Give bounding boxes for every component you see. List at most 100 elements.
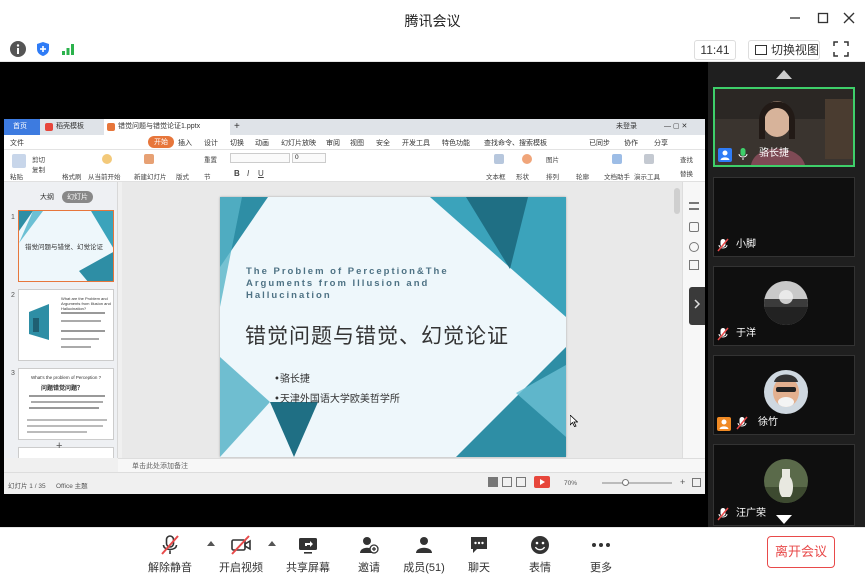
menu-share[interactable]: 分享 bbox=[654, 138, 668, 148]
new-slide-icon[interactable] bbox=[144, 154, 154, 164]
shield-icon[interactable] bbox=[35, 41, 51, 57]
menu-animation[interactable]: 动画 bbox=[255, 138, 269, 148]
share-screen-button[interactable]: 共享屏幕 bbox=[280, 535, 336, 575]
new-tab-icon[interactable]: + bbox=[234, 119, 240, 135]
layout-label[interactable]: 版式 bbox=[176, 171, 189, 181]
menu-file[interactable]: 文件 bbox=[10, 138, 24, 148]
present-tools-icon[interactable] bbox=[644, 154, 654, 164]
present-tools-label[interactable]: 演示工具 bbox=[634, 171, 660, 181]
participant-tile-1[interactable]: 骆长捷 bbox=[713, 87, 855, 167]
ppt-tab-docer[interactable]: 稻壳模板 bbox=[42, 119, 102, 135]
play-from-current-icon[interactable] bbox=[102, 154, 112, 164]
leave-meeting-button[interactable]: 离开会议 bbox=[767, 536, 835, 568]
slide-thumb-1[interactable]: 错觉问题与错觉、幻觉论证 bbox=[18, 210, 114, 282]
textbox-icon[interactable] bbox=[494, 154, 504, 164]
outline-label[interactable]: 轮廓 bbox=[576, 171, 589, 181]
font-family-select[interactable] bbox=[230, 153, 290, 163]
select-icon[interactable] bbox=[689, 222, 699, 232]
zoom-slider-thumb[interactable] bbox=[622, 479, 629, 486]
invite-button[interactable]: 邀请 bbox=[341, 535, 397, 575]
fit-window-icon[interactable] bbox=[692, 478, 701, 487]
find-label[interactable]: 查找 bbox=[680, 154, 693, 164]
bold-icon[interactable]: B bbox=[234, 169, 240, 178]
scroll-up-icon[interactable] bbox=[776, 70, 792, 79]
doc-helper-icon[interactable] bbox=[612, 154, 622, 164]
doc-helper-label[interactable]: 文档助手 bbox=[604, 171, 630, 181]
format-painter-label[interactable]: 格式刷 bbox=[62, 171, 82, 181]
unmute-button[interactable]: 解除静音 bbox=[142, 535, 198, 575]
panel-tab-outline[interactable]: 大纲 bbox=[40, 192, 54, 202]
play-slideshow-icon[interactable] bbox=[534, 476, 550, 488]
settings-sliders-icon[interactable] bbox=[689, 202, 699, 210]
from-current-label[interactable]: 从当前开始 bbox=[88, 171, 121, 181]
menu-start[interactable]: 开始 bbox=[148, 136, 174, 148]
participant-tile-2[interactable]: 小脚 bbox=[713, 177, 855, 257]
fullscreen-icon[interactable] bbox=[833, 41, 849, 57]
members-button[interactable]: 成员(51) bbox=[396, 535, 452, 575]
slide-thumb-2[interactable]: What are the Problem and Arguments from … bbox=[18, 289, 114, 361]
menu-view[interactable]: 视图 bbox=[350, 138, 364, 148]
ppt-tab-file[interactable]: 错觉问题与错觉论证1.pptx bbox=[104, 119, 230, 135]
menu-review[interactable]: 审阅 bbox=[326, 138, 340, 148]
copy-tool-icon[interactable] bbox=[689, 260, 699, 270]
cut-label[interactable]: 剪切 bbox=[32, 154, 45, 164]
arrange-label[interactable]: 排列 bbox=[546, 171, 559, 181]
signal-icon[interactable] bbox=[60, 41, 76, 57]
sorter-view-icon[interactable] bbox=[502, 477, 512, 487]
collapse-panel-handle[interactable] bbox=[689, 287, 705, 325]
slide-thumb-4-partial[interactable] bbox=[18, 447, 114, 458]
slide-thumb-3[interactable]: What's the problem of Perception ? 问题错觉问… bbox=[18, 368, 114, 440]
new-slide-label[interactable]: 新建幻灯片 bbox=[134, 171, 167, 181]
chat-button[interactable]: 聊天 bbox=[451, 535, 507, 575]
start-video-button[interactable]: 开启视频 bbox=[213, 535, 269, 575]
current-slide[interactable]: The Problem of Perception&The Arguments … bbox=[220, 197, 566, 457]
participant-tile-4[interactable]: 徐竹 bbox=[713, 355, 855, 435]
shape-icon[interactable] bbox=[522, 154, 532, 164]
menu-transition[interactable]: 切换 bbox=[230, 138, 244, 148]
minimize-icon[interactable] bbox=[786, 10, 804, 28]
menu-search[interactable]: 查找命令、搜索模板 bbox=[484, 138, 547, 148]
canvas-scrollbar[interactable] bbox=[674, 188, 680, 214]
section-label[interactable]: 节 bbox=[204, 171, 211, 181]
reset-label[interactable]: 重置 bbox=[204, 154, 217, 164]
ppt-window-controls[interactable]: — ▢ ✕ bbox=[664, 119, 687, 135]
reactions-button[interactable]: 表情 bbox=[512, 535, 568, 575]
menu-security[interactable]: 安全 bbox=[376, 138, 390, 148]
italic-icon[interactable]: I bbox=[247, 169, 249, 178]
shape-tool-icon[interactable] bbox=[689, 242, 699, 252]
menu-collab[interactable]: 协作 bbox=[624, 138, 638, 148]
image-label[interactable]: 图片 bbox=[546, 154, 559, 164]
font-size-select[interactable]: 0 bbox=[292, 153, 326, 163]
video-options-caret[interactable] bbox=[268, 541, 276, 546]
switch-view-button[interactable]: 切换视图 bbox=[748, 40, 820, 60]
copy-label[interactable]: 复制 bbox=[32, 164, 45, 174]
maximize-icon[interactable] bbox=[814, 10, 832, 28]
menu-special[interactable]: 特色功能 bbox=[442, 138, 470, 148]
menu-sync[interactable]: 已同步 bbox=[589, 138, 610, 148]
textbox-label[interactable]: 文本框 bbox=[486, 171, 506, 181]
add-slide-icon[interactable]: + bbox=[56, 440, 62, 452]
replace-label[interactable]: 替换 bbox=[680, 168, 693, 178]
menu-insert[interactable]: 插入 bbox=[178, 138, 192, 148]
paste-label[interactable]: 粘贴 bbox=[10, 171, 23, 181]
zoom-slider[interactable] bbox=[602, 482, 672, 484]
reading-view-icon[interactable] bbox=[516, 477, 526, 487]
participant-tile-3[interactable]: 于洋 bbox=[713, 266, 855, 346]
more-button[interactable]: 更多 bbox=[573, 535, 629, 575]
ppt-login-label[interactable]: 未登录 bbox=[616, 119, 637, 135]
close-icon[interactable] bbox=[840, 10, 858, 28]
participant-tile-5[interactable]: 汪广荣 bbox=[713, 444, 855, 526]
normal-view-icon[interactable] bbox=[488, 477, 498, 487]
underline-icon[interactable]: U bbox=[258, 169, 264, 178]
ppt-tab-home[interactable]: 首页 bbox=[4, 119, 40, 135]
info-icon[interactable] bbox=[10, 41, 26, 57]
notes-bar[interactable]: 单击此处添加备注 bbox=[118, 458, 705, 472]
panel-tab-slides[interactable]: 幻灯片 bbox=[62, 191, 93, 203]
menu-design[interactable]: 设计 bbox=[204, 138, 218, 148]
menu-dev[interactable]: 开发工具 bbox=[402, 138, 430, 148]
zoom-in-icon[interactable]: + bbox=[680, 477, 685, 487]
menu-slideshow[interactable]: 幻灯片放映 bbox=[281, 138, 316, 148]
scroll-down-icon[interactable] bbox=[776, 515, 792, 524]
shape-label[interactable]: 形状 bbox=[516, 171, 529, 181]
paste-icon[interactable] bbox=[12, 154, 26, 168]
